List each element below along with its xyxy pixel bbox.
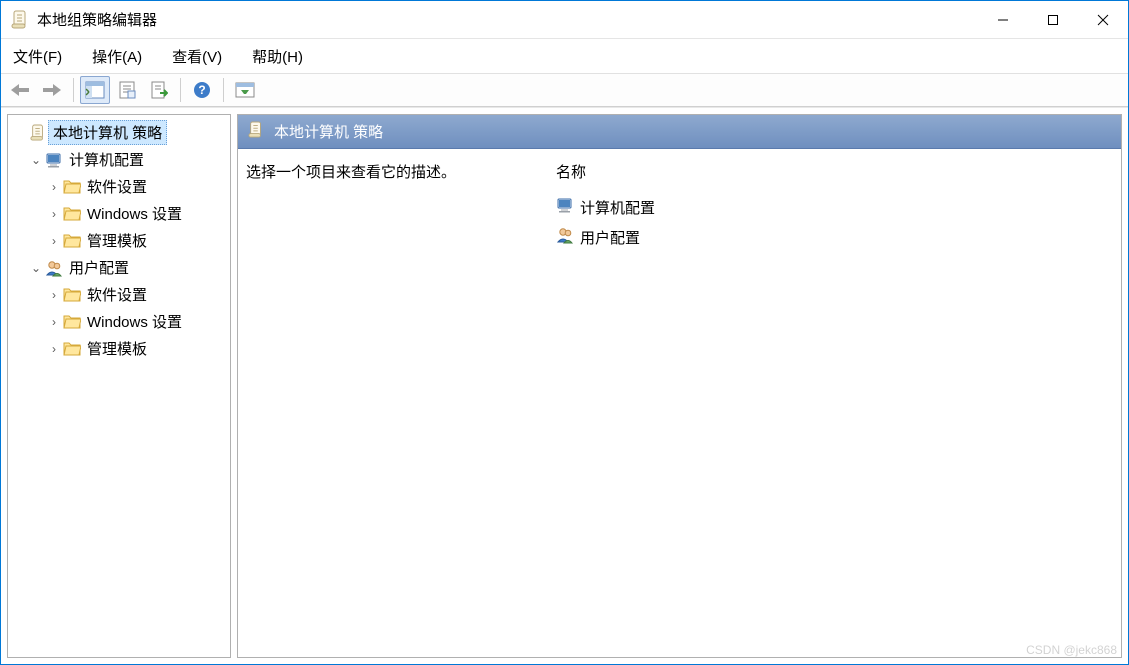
export-button[interactable] [144, 76, 174, 104]
collapse-twisty-icon[interactable]: ⌄ [28, 261, 44, 275]
svg-text:?: ? [198, 83, 205, 97]
help-button[interactable]: ? [187, 76, 217, 104]
item-user-config[interactable]: 用户配置 [556, 222, 1113, 252]
user-icon [556, 226, 574, 248]
filter-button[interactable] [230, 76, 260, 104]
scroll-icon [248, 120, 264, 144]
menu-action[interactable]: 操作(A) [86, 42, 148, 71]
menu-view[interactable]: 查看(V) [166, 42, 228, 71]
toolbar: ? [1, 73, 1128, 107]
window-title: 本地组策略编辑器 [37, 9, 157, 30]
tree-admin-templates[interactable]: › 管理模板 [8, 335, 230, 362]
toolbar-separator [223, 78, 224, 102]
user-icon [44, 259, 64, 277]
description-text: 选择一个项目来查看它的描述。 [246, 161, 556, 645]
pc-icon [556, 196, 574, 218]
collapse-twisty-icon[interactable]: ⌄ [28, 153, 44, 167]
content-pane: 本地计算机 策略 选择一个项目来查看它的描述。 名称 计算机配置 用户配置 [237, 114, 1122, 658]
show-tree-button[interactable] [80, 76, 110, 104]
expand-twisty-icon[interactable]: › [46, 180, 62, 194]
scroll-icon [28, 124, 48, 142]
folder-icon [62, 232, 82, 250]
item-label: 用户配置 [580, 227, 640, 248]
pc-icon [44, 151, 64, 169]
tree-pane[interactable]: 本地计算机 策略 ⌄ 计算机配置 › 软件设置 [7, 114, 231, 658]
column-header-name[interactable]: 名称 [556, 161, 1113, 182]
folder-icon [62, 313, 82, 331]
folder-icon [62, 340, 82, 358]
tree-label: 用户配置 [64, 255, 134, 280]
properties-button[interactable] [112, 76, 142, 104]
close-button[interactable] [1078, 1, 1128, 38]
minimize-button[interactable] [978, 1, 1028, 38]
tree-admin-templates[interactable]: › 管理模板 [8, 227, 230, 254]
expand-twisty-icon[interactable]: › [46, 315, 62, 329]
folder-icon [62, 286, 82, 304]
expand-twisty-icon[interactable]: › [46, 342, 62, 356]
content-header-title: 本地计算机 策略 [274, 121, 383, 142]
tree-computer-config[interactable]: ⌄ 计算机配置 [8, 146, 230, 173]
menu-help[interactable]: 帮助(H) [246, 42, 309, 71]
tree-label: Windows 设置 [82, 201, 187, 226]
expand-twisty-icon[interactable]: › [46, 207, 62, 221]
maximize-button[interactable] [1028, 1, 1078, 38]
menu-file[interactable]: 文件(F) [7, 42, 68, 71]
tree-label: 管理模板 [82, 336, 152, 361]
app-icon [11, 9, 29, 31]
folder-icon [62, 205, 82, 223]
tree-label: 计算机配置 [64, 147, 149, 172]
tree-software-settings[interactable]: › 软件设置 [8, 173, 230, 200]
tree-root[interactable]: 本地计算机 策略 [8, 119, 230, 146]
menu-bar: 文件(F) 操作(A) 查看(V) 帮助(H) [1, 39, 1128, 73]
tree-label: 软件设置 [82, 174, 152, 199]
tree-label: Windows 设置 [82, 309, 187, 334]
toolbar-separator [180, 78, 181, 102]
item-label: 计算机配置 [580, 197, 655, 218]
tree-windows-settings[interactable]: › Windows 设置 [8, 200, 230, 227]
item-computer-config[interactable]: 计算机配置 [556, 192, 1113, 222]
expand-twisty-icon[interactable]: › [46, 288, 62, 302]
title-bar: 本地组策略编辑器 [1, 1, 1128, 39]
content-header: 本地计算机 策略 [238, 115, 1121, 149]
toolbar-separator [73, 78, 74, 102]
expand-twisty-icon[interactable]: › [46, 234, 62, 248]
folder-icon [62, 178, 82, 196]
tree-label: 管理模板 [82, 228, 152, 253]
tree-software-settings[interactable]: › 软件设置 [8, 281, 230, 308]
tree-user-config[interactable]: ⌄ 用户配置 [8, 254, 230, 281]
tree-root-label: 本地计算机 策略 [48, 120, 167, 145]
nav-back-button[interactable] [5, 76, 35, 104]
items-column: 名称 计算机配置 用户配置 [556, 161, 1113, 645]
tree-label: 软件设置 [82, 282, 152, 307]
nav-forward-button[interactable] [37, 76, 67, 104]
tree-windows-settings[interactable]: › Windows 设置 [8, 308, 230, 335]
